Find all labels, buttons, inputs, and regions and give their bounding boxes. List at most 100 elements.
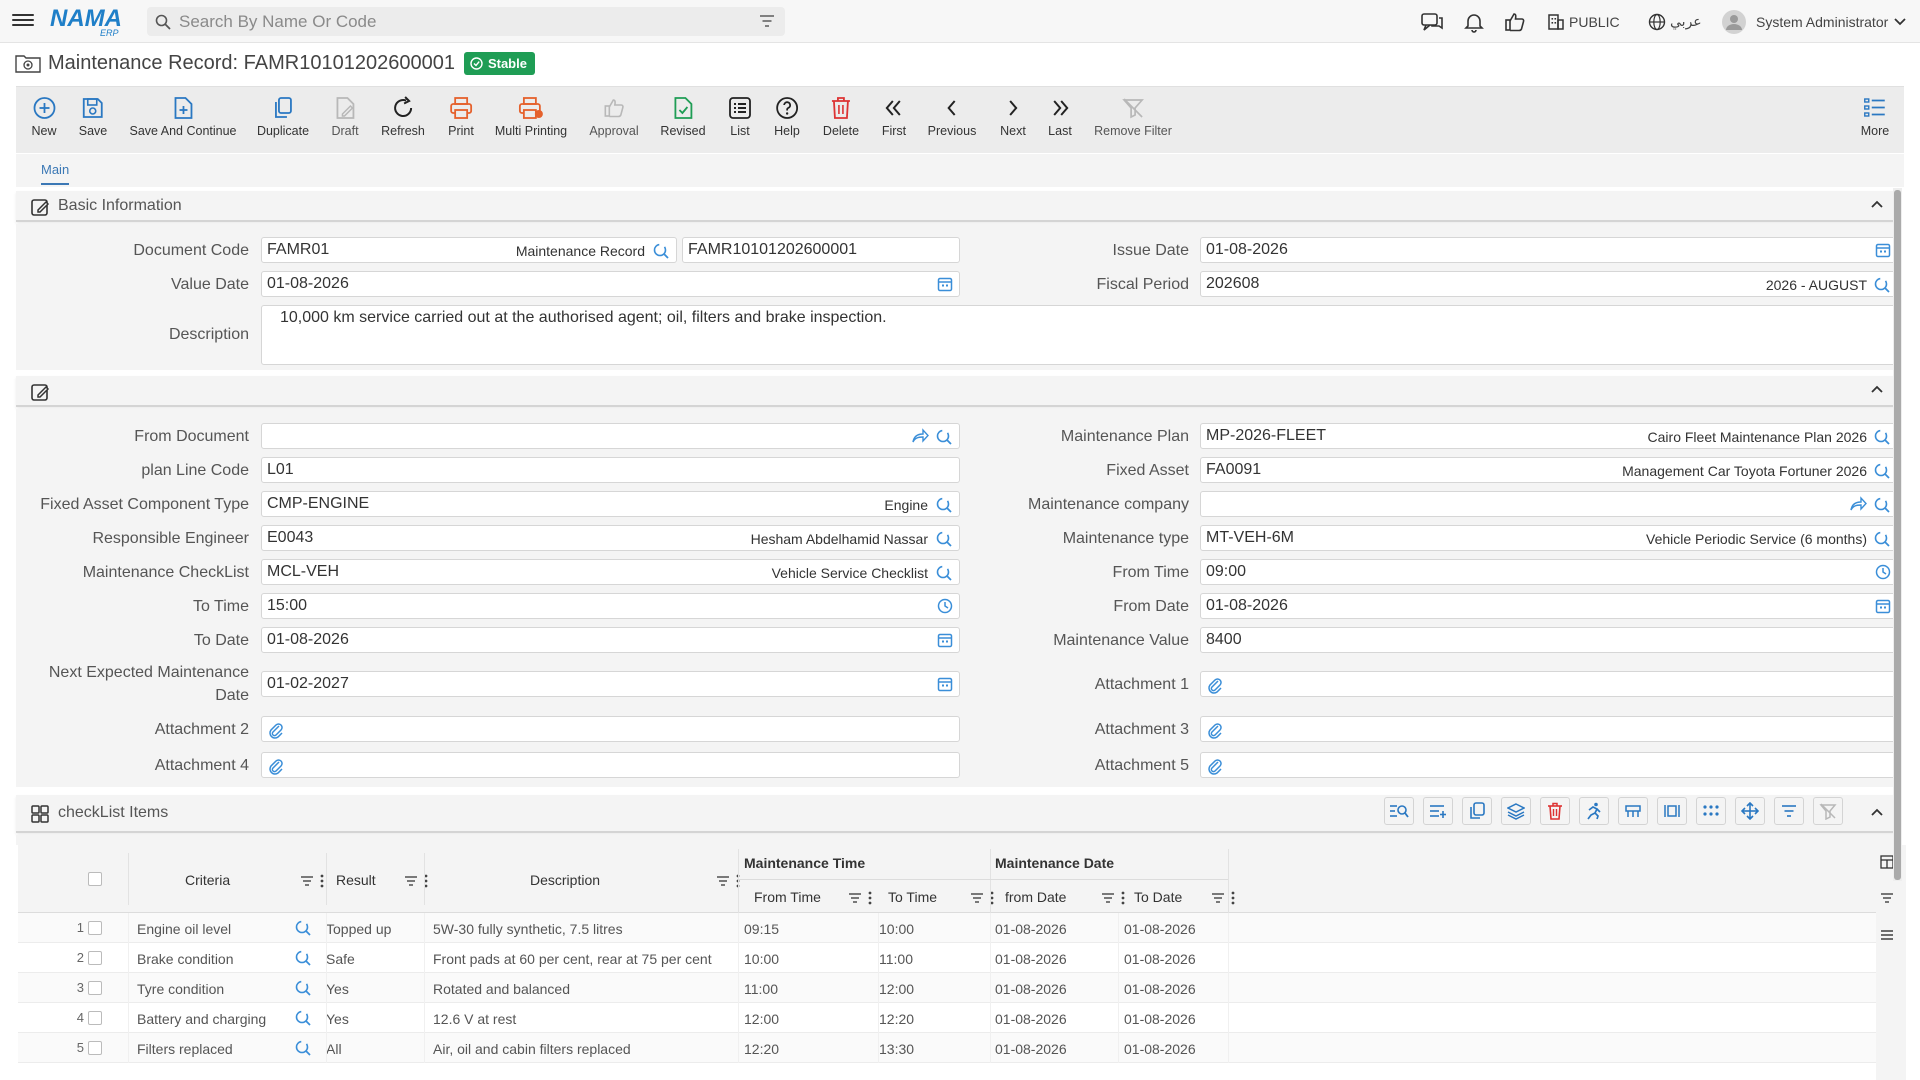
user-menu[interactable]: System Administrator	[1722, 0, 1906, 43]
cell-description[interactable]: Rotated and balanced	[433, 981, 570, 997]
cell-result[interactable]: Yes	[326, 981, 349, 997]
column-filter-icon[interactable]	[1101, 892, 1115, 904]
maintenance-value-field[interactable]: 8400	[1200, 627, 1898, 653]
help-button[interactable]: Help	[774, 95, 800, 138]
grid-filter-button[interactable]	[1774, 797, 1804, 825]
paperclip-icon[interactable]	[1207, 721, 1223, 739]
tab-main[interactable]: Main	[41, 162, 70, 185]
fixed-asset-field[interactable]: FA0091 Management Car Toyota Fortuner 202…	[1200, 457, 1898, 483]
cell-from-date[interactable]: 01-08-2026	[995, 951, 1067, 967]
last-button[interactable]: Last	[1048, 95, 1072, 138]
cell-to-date[interactable]: 01-08-2026	[1124, 951, 1196, 967]
table-row[interactable]: 3 Tyre condition Yes Rotated and balanced 11…	[18, 973, 1876, 1003]
chevron-up-icon[interactable]	[1870, 384, 1884, 394]
description-textarea[interactable]: 10,000 km service carried out at the aut…	[261, 305, 1898, 365]
search-refresh-icon[interactable]	[294, 1009, 312, 1027]
cell-description[interactable]: Air, oil and cabin filters replaced	[433, 1041, 631, 1057]
search-refresh-icon[interactable]	[1873, 530, 1891, 548]
filter-panel-icon[interactable]	[1880, 892, 1894, 904]
save-button[interactable]: Save	[79, 95, 107, 138]
cell-to-date[interactable]: 01-08-2026	[1124, 1041, 1196, 1057]
first-button[interactable]: First	[882, 95, 906, 138]
refresh-button[interactable]: Refresh	[381, 95, 425, 138]
global-search[interactable]: Search By Name Or Code	[147, 7, 785, 36]
table-row[interactable]: 5 Filters replaced All Air, oil and cabin f…	[18, 1033, 1876, 1063]
cell-to-date[interactable]: 01-08-2026	[1124, 921, 1196, 937]
row-checkbox[interactable]	[88, 921, 102, 935]
cell-from-time[interactable]: 09:15	[744, 921, 779, 937]
filter-icon[interactable]	[759, 14, 775, 28]
to-time-field[interactable]: 15:00	[261, 593, 960, 619]
row-checkbox[interactable]	[88, 1011, 102, 1025]
grid-merge-button[interactable]	[1618, 797, 1648, 825]
nama-logo[interactable]: NAMA ERP	[48, 4, 134, 38]
calendar-icon[interactable]	[937, 632, 953, 648]
save-continue-button[interactable]: Save And Continue	[129, 95, 237, 138]
duplicate-button[interactable]: Duplicate	[257, 95, 309, 138]
cell-criteria[interactable]: Battery and charging	[137, 1011, 266, 1027]
cell-from-time[interactable]: 11:00	[744, 981, 778, 997]
calendar-icon[interactable]	[1875, 598, 1891, 614]
menu-panel-icon[interactable]	[1880, 929, 1894, 941]
cell-description[interactable]: Front pads at 60 per cent, rear at 75 pe…	[433, 951, 712, 967]
grid-copy-button[interactable]	[1462, 797, 1492, 825]
component-type-field[interactable]: CMP-ENGINE Engine	[261, 491, 960, 517]
search-refresh-icon[interactable]	[1873, 276, 1891, 294]
search-refresh-icon[interactable]	[1873, 462, 1891, 480]
cell-from-time[interactable]: 12:20	[744, 1041, 779, 1057]
scrollbar-thumb[interactable]	[1894, 190, 1901, 880]
language-switch[interactable]: عربي	[1648, 0, 1702, 43]
cell-to-time[interactable]: 13:30	[879, 1041, 914, 1057]
remove-filter-button[interactable]: Remove Filter	[1094, 95, 1172, 138]
grid-fit-button[interactable]	[1657, 797, 1687, 825]
cell-from-date[interactable]: 01-08-2026	[995, 1041, 1067, 1057]
search-refresh-icon[interactable]	[1873, 496, 1891, 514]
cell-from-date[interactable]: 01-08-2026	[995, 921, 1067, 937]
public-workspace[interactable]: PUBLIC	[1547, 0, 1620, 43]
fiscal-period-field[interactable]: 202608 2026 - AUGUST	[1200, 271, 1898, 297]
col-to-time[interactable]: To Time	[888, 889, 937, 905]
search-refresh-icon[interactable]	[1873, 428, 1891, 446]
calendar-icon[interactable]	[1875, 242, 1891, 258]
to-date-field[interactable]: 01-08-2026	[261, 627, 960, 653]
calendar-icon[interactable]	[937, 676, 953, 692]
share-arrow-icon[interactable]	[1849, 496, 1867, 512]
paperclip-icon[interactable]	[268, 757, 284, 775]
next-date-field[interactable]: 01-02-2027	[261, 671, 960, 697]
cell-to-time[interactable]: 11:00	[879, 951, 913, 967]
issue-date-field[interactable]: 01-08-2026	[1200, 237, 1898, 263]
select-all-checkbox[interactable]	[88, 872, 102, 886]
cell-from-date[interactable]: 01-08-2026	[995, 1011, 1067, 1027]
search-input[interactable]: Search By Name Or Code	[179, 12, 376, 32]
table-row[interactable]: 1 Engine oil level Topped up 5W-30 fully sy…	[18, 913, 1876, 943]
col-criteria[interactable]: Criteria	[185, 872, 230, 888]
maintenance-type-field[interactable]: MT-VEH-6M Vehicle Periodic Service (6 mon…	[1200, 525, 1898, 551]
grid-run-button[interactable]	[1579, 797, 1609, 825]
cell-result[interactable]: Topped up	[326, 921, 391, 937]
delete-button[interactable]: Delete	[823, 95, 859, 138]
grid-add-row-button[interactable]	[1423, 797, 1453, 825]
calendar-icon[interactable]	[937, 276, 953, 292]
attachment-2-field[interactable]	[261, 716, 960, 742]
cell-to-time[interactable]: 10:00	[879, 921, 914, 937]
cell-to-time[interactable]: 12:20	[879, 1011, 914, 1027]
column-filter-icon[interactable]	[404, 875, 418, 887]
paperclip-icon[interactable]	[268, 721, 284, 739]
cell-from-time[interactable]: 10:00	[744, 951, 779, 967]
search-refresh-icon[interactable]	[935, 496, 953, 514]
attachment-4-field[interactable]	[261, 752, 960, 778]
chat-icon[interactable]	[1420, 0, 1444, 43]
clock-icon[interactable]	[937, 598, 953, 614]
column-filter-icon[interactable]	[300, 875, 314, 887]
draft-button[interactable]: Draft	[331, 95, 359, 138]
search-refresh-icon[interactable]	[294, 949, 312, 967]
checklist-field[interactable]: MCL-VEH Vehicle Service Checklist	[261, 559, 960, 585]
document-number-field[interactable]: FAMR10101202600001	[682, 237, 960, 263]
table-row[interactable]: 4 Battery and charging Yes 12.6 V at rest 12…	[18, 1003, 1876, 1033]
cell-result[interactable]: Safe	[326, 951, 355, 967]
document-code-field[interactable]: FAMR01 Maintenance Record	[261, 237, 677, 263]
from-document-field[interactable]	[261, 423, 960, 449]
share-arrow-icon[interactable]	[911, 428, 929, 444]
cell-from-date[interactable]: 01-08-2026	[995, 981, 1067, 997]
more-button[interactable]: More	[1861, 95, 1889, 138]
